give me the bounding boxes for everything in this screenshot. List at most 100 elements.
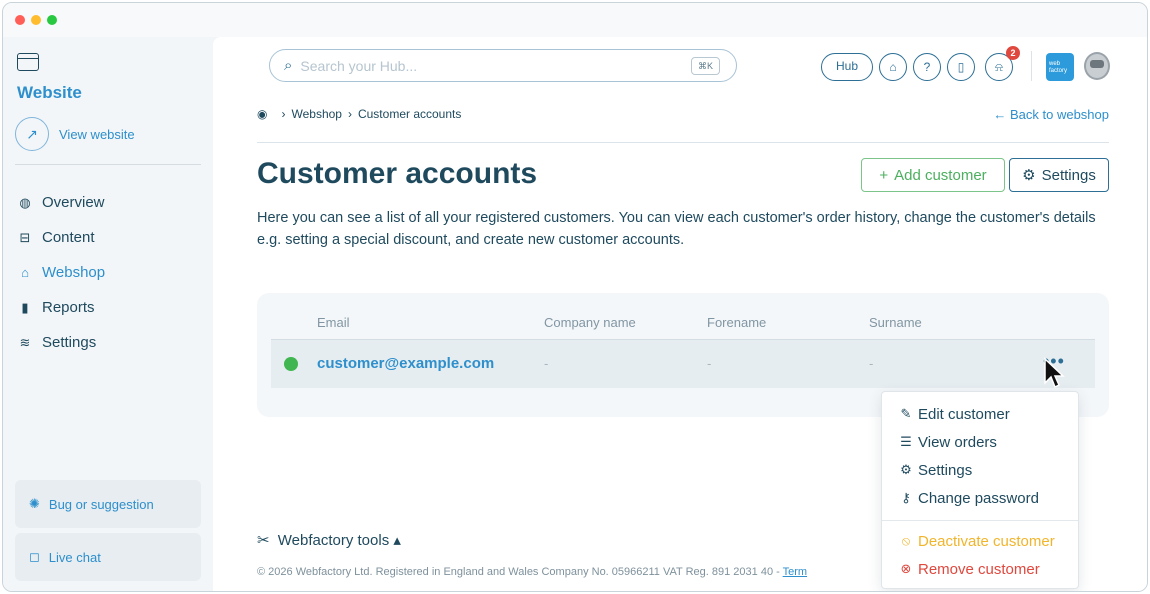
gear-icon: ⚙: [900, 462, 912, 477]
customer-surname: -: [869, 356, 874, 371]
sidebar-item-content[interactable]: ⊟ Content: [17, 220, 105, 255]
sidebar-divider: [15, 164, 201, 165]
column-header-surname[interactable]: Surname: [869, 315, 922, 330]
sidebar-item-label: Overview: [42, 194, 105, 211]
notification-badge: 2: [1006, 46, 1020, 60]
bug-icon: ✺: [29, 496, 40, 511]
sidebar-item-overview[interactable]: ◍ Overview: [17, 185, 105, 220]
menu-item-label: Deactivate customer: [918, 532, 1055, 550]
breadcrumb: ◉ › Webshop › Customer accounts: [257, 107, 461, 121]
header-divider: [257, 142, 1109, 143]
breadcrumb-separator-icon: ›: [281, 107, 286, 121]
table-row[interactable]: customer@example.com - - - •••: [271, 339, 1095, 388]
menu-change-password[interactable]: ⚷ Change password: [882, 484, 1078, 512]
overview-icon: ◍: [19, 194, 31, 210]
bookmark-icon[interactable]: ▯: [947, 53, 975, 81]
plus-icon: +: [879, 166, 889, 184]
view-website-link[interactable]: ↗ View website: [15, 117, 135, 151]
tools-icon: ✂: [257, 532, 270, 549]
sliders-icon: ≋: [19, 334, 31, 350]
sidebar-item-label: Webshop: [42, 264, 106, 281]
page-title: Customer accounts: [257, 157, 538, 190]
add-customer-button[interactable]: + Add customer: [861, 158, 1005, 192]
pencil-icon: ✎: [900, 406, 912, 421]
sidebar-item-label: Reports: [42, 299, 95, 316]
breadcrumb-current: Customer accounts: [357, 107, 462, 121]
window-titlebar: [3, 3, 1147, 37]
customer-company: -: [544, 356, 549, 371]
mouse-pointer-icon: [1044, 357, 1065, 389]
table-header: Email Company name Forename Surname: [271, 307, 1095, 339]
search-shortcut-badge: ⌘K: [690, 57, 720, 75]
sidebar-nav: ◍ Overview ⊟ Content ⌂ Webshop ▮ Reports…: [17, 185, 105, 360]
breadcrumb-webshop[interactable]: Webshop: [291, 107, 341, 121]
caret-up-icon: ▴: [393, 532, 401, 549]
maximize-window-button[interactable]: [47, 15, 57, 25]
content-icon: ⊟: [19, 229, 31, 245]
webfactory-tools-toggle[interactable]: ✂ Webfactory tools ▴: [257, 531, 401, 549]
webfactory-tools-label: Webfactory tools: [277, 532, 390, 549]
bug-report-label: Bug or suggestion: [48, 496, 154, 512]
page-description: Here you can see a list of all your regi…: [257, 210, 1096, 248]
store-icon[interactable]: ⌂: [879, 53, 907, 81]
menu-item-label: Edit customer: [918, 405, 1010, 423]
bug-report-button[interactable]: ✺ Bug or suggestion: [15, 480, 201, 528]
row-context-menu: ✎ Edit customer ☰ View orders ⚙ Settings…: [881, 391, 1079, 589]
reports-icon: ▮: [21, 299, 29, 315]
breadcrumb-separator-icon: ›: [347, 107, 352, 121]
topbar-divider: [1031, 51, 1032, 81]
browser-window-icon: [17, 53, 39, 71]
status-active-icon: [284, 357, 298, 371]
menu-settings[interactable]: ⚙ Settings: [882, 456, 1078, 484]
menu-item-label: Settings: [918, 461, 973, 479]
sidebar: Website ↗ View website ◍ Overview ⊟ Cont…: [3, 37, 213, 591]
live-chat-label: Live chat: [48, 549, 101, 565]
column-header-forename[interactable]: Forename: [707, 315, 766, 330]
search-bar[interactable]: ⌕ ⌘K: [269, 49, 737, 82]
remove-circle-icon: ⊗: [900, 561, 912, 576]
sidebar-item-reports[interactable]: ▮ Reports: [17, 290, 105, 325]
search-input[interactable]: [300, 57, 671, 74]
chat-icon: ◻: [29, 549, 40, 564]
column-header-email[interactable]: Email: [317, 315, 350, 330]
back-to-webshop-link[interactable]: ← Back to webshop: [993, 107, 1109, 122]
sidebar-item-label: Content: [42, 229, 95, 246]
footer-copyright: © 2026 Webfactory Ltd. Registered in Eng…: [257, 566, 807, 578]
help-icon[interactable]: ?: [913, 53, 941, 81]
external-link-icon: ↗: [15, 117, 49, 151]
menu-divider: [882, 520, 1078, 521]
menu-item-label: View orders: [918, 433, 997, 451]
close-window-button[interactable]: [15, 15, 25, 25]
menu-remove-customer[interactable]: ⊗ Remove customer: [882, 555, 1078, 583]
key-icon: ⚷: [901, 490, 911, 505]
menu-edit-customer[interactable]: ✎ Edit customer: [882, 400, 1078, 428]
menu-view-orders[interactable]: ☰ View orders: [882, 428, 1078, 456]
avatar[interactable]: [1084, 52, 1110, 80]
column-header-company[interactable]: Company name: [544, 315, 636, 330]
menu-deactivate-customer[interactable]: ⦸ Deactivate customer: [882, 527, 1078, 555]
menu-item-label: Change password: [918, 489, 1039, 507]
live-chat-button[interactable]: ◻ Live chat: [15, 533, 201, 581]
search-icon: ⌕: [284, 57, 293, 74]
terms-link[interactable]: Term: [783, 566, 807, 578]
basket-icon: ⌂: [21, 265, 29, 280]
settings-label: Settings: [1041, 166, 1096, 184]
app-window: Website ↗ View website ◍ Overview ⊟ Cont…: [2, 2, 1148, 592]
ban-icon: ⦸: [901, 533, 911, 548]
sidebar-item-settings[interactable]: ≋ Settings: [17, 325, 105, 360]
settings-button[interactable]: ⚙ Settings: [1009, 158, 1109, 192]
list-icon: ☰: [900, 434, 912, 449]
view-website-label: View website: [59, 126, 135, 142]
hub-button[interactable]: Hub: [821, 53, 873, 81]
minimize-window-button[interactable]: [31, 15, 41, 25]
webfactory-logo[interactable]: web factory: [1046, 53, 1074, 81]
site-title: Website: [17, 83, 82, 102]
gear-icon: ⚙: [1022, 167, 1036, 184]
customer-email[interactable]: customer@example.com: [317, 355, 494, 372]
globe-icon[interactable]: ◉: [257, 107, 267, 121]
sidebar-item-webshop[interactable]: ⌂ Webshop: [17, 255, 105, 290]
add-customer-label: Add customer: [894, 166, 987, 184]
sidebar-item-label: Settings: [42, 334, 97, 351]
menu-item-label: Remove customer: [918, 560, 1040, 578]
copyright-text: © 2026 Webfactory Ltd. Registered in Eng…: [257, 566, 783, 578]
